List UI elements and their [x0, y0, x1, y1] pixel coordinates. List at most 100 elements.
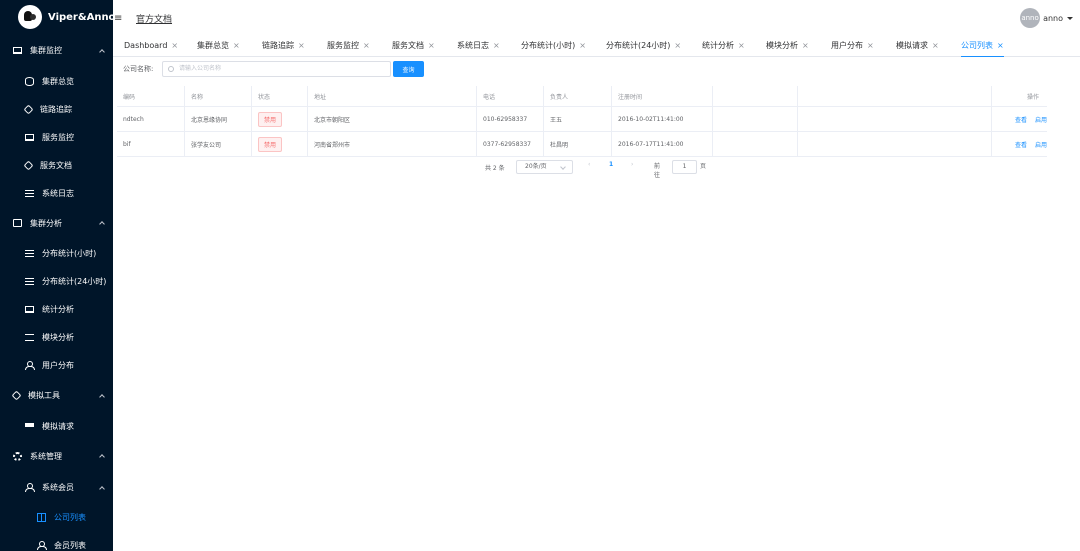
menu-sub-system-members[interactable]: 系统会员	[0, 472, 113, 503]
sidebar-item-member-list[interactable]: 会员列表	[0, 531, 113, 551]
chart-icon	[25, 249, 34, 257]
tab-service-monitor[interactable]: 服务监控 ×	[327, 36, 370, 57]
tab-sim-request[interactable]: 模拟请求 ×	[896, 36, 939, 57]
view-link[interactable]: 查看	[1015, 115, 1027, 124]
close-icon[interactable]: ×	[802, 41, 809, 50]
tab-label: 分布统计(小时)	[521, 41, 576, 50]
status-badge: 禁用	[258, 136, 283, 152]
menu-group-label: 系统管理	[30, 451, 62, 461]
page-unit-label: 页	[700, 163, 707, 170]
sidebar-menu: 集群监控 集群总览 链路追踪 服务监控 服务文档 系统日志 集群分析 分布统计(…	[0, 34, 113, 551]
table-row: bif 张学友公司 禁用 河南省郑州市 0377-62958337 杜昌明 20…	[117, 132, 1047, 157]
sidebar-item-dist-hour[interactable]: 分布统计(小时)	[0, 239, 113, 267]
avatar[interactable]: anno	[1020, 8, 1041, 28]
sidebar-item-label: 统计分析	[42, 304, 74, 314]
close-icon[interactable]: ×	[932, 41, 939, 50]
chevron-up-icon	[99, 485, 105, 492]
menu-group-sim-tools[interactable]: 模拟工具	[0, 379, 113, 412]
enable-link[interactable]: 启用	[1035, 115, 1047, 124]
sidebar-item-label: 模拟请求	[42, 421, 74, 431]
menu-group-label: 集群分析	[30, 218, 62, 228]
logo-icon	[18, 5, 42, 29]
cell-status: 禁用	[252, 132, 308, 156]
close-icon[interactable]: ×	[738, 41, 745, 50]
menu-group-cluster-analysis[interactable]: 集群分析	[0, 207, 113, 239]
tab-label: 模拟请求	[896, 41, 928, 50]
close-icon[interactable]: ×	[867, 41, 874, 50]
sidebar-item-service-monitor[interactable]: 服务监控	[0, 123, 113, 151]
tab-dist-24h[interactable]: 分布统计(24小时) ×	[606, 36, 681, 57]
search-placeholder: 请输入公司名称	[179, 65, 222, 72]
close-icon[interactable]: ×	[579, 41, 586, 50]
company-name-input[interactable]: 请输入公司名称	[162, 61, 391, 77]
tab-user-dist[interactable]: 用户分布 ×	[831, 36, 874, 57]
menu-group-label: 模拟工具	[28, 391, 60, 400]
logo[interactable]: Viper&Anno	[0, 0, 113, 34]
view-link[interactable]: 查看	[1015, 140, 1027, 149]
prev-page-button[interactable]: ‹	[588, 161, 590, 168]
close-icon[interactable]: ×	[171, 41, 178, 50]
page-size-select[interactable]: 20条/页	[516, 160, 573, 174]
cell-actions: 查看 启用	[992, 132, 1047, 156]
table-icon	[37, 512, 46, 522]
user-icon	[25, 360, 35, 370]
gear-icon	[13, 451, 22, 461]
sidebar-item-cluster-overview[interactable]: 集群总览	[0, 67, 113, 95]
tab-label: 链路追踪	[262, 41, 294, 50]
close-icon[interactable]: ×	[674, 41, 681, 50]
caret-down-icon[interactable]	[1067, 16, 1073, 20]
next-page-button[interactable]: ›	[631, 161, 633, 168]
page-size-value: 20条/页	[525, 163, 547, 170]
sidebar-item-label: 系统日志	[42, 188, 74, 198]
tab-dist-hour[interactable]: 分布统计(小时) ×	[521, 36, 586, 57]
tab-stats[interactable]: 统计分析 ×	[702, 36, 745, 57]
sidebar-item-sim-request[interactable]: 模拟请求	[0, 412, 113, 440]
close-icon[interactable]: ×	[233, 41, 240, 50]
query-button[interactable]: 查询	[393, 61, 424, 77]
goto-page-input[interactable]: 1	[672, 160, 697, 174]
menu-group-cluster-monitor[interactable]: 集群监控	[0, 34, 113, 67]
enable-link[interactable]: 启用	[1035, 140, 1047, 149]
close-icon[interactable]: ×	[298, 41, 305, 50]
tab-module-analysis[interactable]: 模块分析 ×	[766, 36, 809, 57]
tab-cluster-overview[interactable]: 集群总览 ×	[197, 36, 240, 57]
sidebar-item-company-list[interactable]: 公司列表	[0, 503, 113, 531]
sidebar-item-service-docs[interactable]: 服务文档	[0, 151, 113, 179]
header-address: 地址	[308, 86, 477, 106]
top-header: ≡ 官方文档 anno anno	[113, 0, 1080, 36]
user-name[interactable]: anno	[1043, 14, 1063, 23]
screen-icon	[25, 423, 34, 429]
tab-label: Dashboard	[124, 41, 168, 50]
sidebar-item-user-dist[interactable]: 用户分布	[0, 351, 113, 379]
cell-blank	[798, 132, 992, 156]
tab-dashboard[interactable]: Dashboard ×	[124, 36, 178, 57]
tab-label: 统计分析	[702, 41, 734, 50]
tab-service-docs[interactable]: 服务文档 ×	[392, 36, 435, 57]
sidebar-item-system-log[interactable]: 系统日志	[0, 179, 113, 207]
close-icon[interactable]: ×	[493, 41, 500, 50]
monitor-icon	[25, 305, 34, 313]
tab-trace[interactable]: 链路追踪 ×	[262, 36, 305, 57]
link-icon	[23, 104, 34, 114]
sidebar-item-module-analysis[interactable]: 模块分析	[0, 323, 113, 351]
sidebar-item-dist-24h[interactable]: 分布统计(24小时)	[0, 267, 113, 295]
chevron-down-icon	[560, 164, 566, 170]
chart-icon	[25, 277, 34, 285]
cell-blank	[713, 132, 798, 156]
tab-company-list[interactable]: 公司列表 ×	[961, 36, 1004, 57]
close-icon[interactable]: ×	[363, 41, 370, 50]
close-icon[interactable]: ×	[428, 41, 435, 50]
official-docs-link[interactable]: 官方文档	[136, 12, 172, 25]
menu-group-system-admin[interactable]: 系统管理	[0, 440, 113, 472]
user-menu[interactable]: anno anno	[1020, 8, 1073, 28]
sidebar-item-label: 会员列表	[54, 540, 86, 550]
sidebar-item-trace[interactable]: 链路追踪	[0, 95, 113, 123]
header-blank-1	[713, 86, 798, 106]
tab-system-log[interactable]: 系统日志 ×	[457, 36, 500, 57]
close-icon[interactable]: ×	[997, 41, 1004, 50]
cell-owner: 杜昌明	[544, 132, 612, 156]
hamburger-icon[interactable]: ≡	[114, 13, 122, 24]
sidebar-item-stats[interactable]: 统计分析	[0, 295, 113, 323]
link-icon	[11, 390, 22, 401]
page-number-1[interactable]: 1	[609, 161, 613, 168]
